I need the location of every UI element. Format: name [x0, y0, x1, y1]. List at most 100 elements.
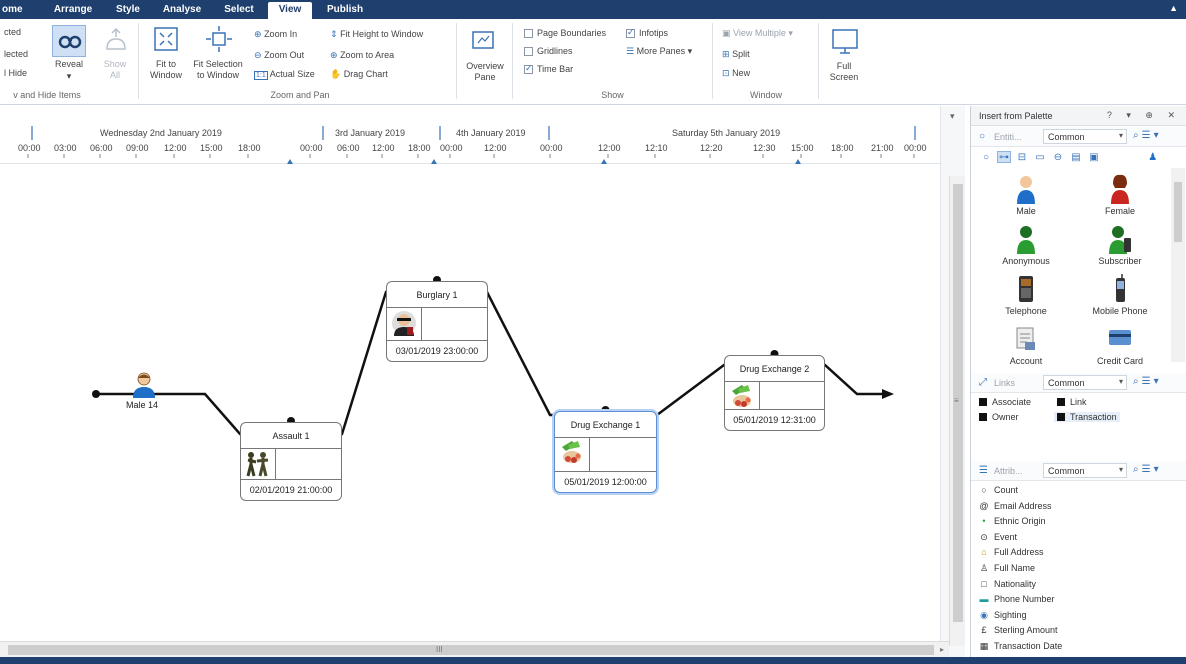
palette-entity-female[interactable]: Female: [1075, 172, 1165, 222]
entities-section-tools[interactable]: ⌕☰▾: [1133, 130, 1162, 141]
attribute-item[interactable]: ⊙ Event: [979, 532, 1017, 546]
tab-arrange[interactable]: Arrange: [52, 0, 94, 19]
circle-view-icon[interactable]: ⊖: [1051, 152, 1065, 164]
attribute-item[interactable]: ⌂ Full Address: [979, 547, 1043, 561]
overview-pane-icon[interactable]: [470, 29, 498, 56]
fit-to-window-button[interactable]: Fit to Window: [142, 59, 190, 81]
collapse-ribbon-icon[interactable]: ▲: [1169, 3, 1178, 13]
search-icon[interactable]: ⌕: [1133, 464, 1142, 475]
tab-style[interactable]: Style: [114, 0, 142, 19]
zoom-in-icon: ⊕: [254, 29, 262, 39]
attribute-item[interactable]: • Ethnic Origin: [979, 516, 1045, 530]
page-boundaries-checkbox[interactable]: [524, 29, 533, 38]
fit-to-window-icon[interactable]: [152, 25, 180, 56]
menu-icon[interactable]: ☰: [1142, 464, 1154, 475]
reveal-dropdown-icon[interactable]: ▾: [50, 71, 88, 82]
entities-filter-dropdown[interactable]: Common ▾: [1043, 129, 1127, 144]
attribute-item[interactable]: ▦ Transaction Date: [979, 641, 1062, 655]
attribute-item[interactable]: ○ Count: [979, 485, 1018, 499]
attribute-label: Transaction Date: [994, 641, 1063, 651]
attribute-item[interactable]: □ Nationality: [979, 579, 1036, 593]
attribute-icon: ▬: [979, 594, 989, 605]
palette-scroll-thumb[interactable]: [1174, 182, 1182, 242]
fit-selection-icon[interactable]: [205, 25, 233, 56]
attribute-item[interactable]: £ Sterling Amount: [979, 625, 1057, 639]
link-type-owner[interactable]: Owner: [979, 412, 1019, 422]
zoom-out-button[interactable]: ⊖ Zoom Out: [254, 50, 304, 61]
image-view-icon[interactable]: ▣: [1087, 152, 1101, 164]
link-type-transaction[interactable]: Transaction: [1054, 412, 1120, 422]
links-filter-dropdown[interactable]: Common ▾: [1043, 375, 1127, 390]
box-view-icon[interactable]: ⊟: [1015, 152, 1029, 164]
tab-publish[interactable]: Publish: [324, 0, 366, 19]
drag-chart-button[interactable]: ✋ Drag Chart: [330, 69, 388, 80]
link-type-associate[interactable]: Associate: [979, 397, 1031, 407]
scroll-right-icon[interactable]: ▸: [940, 645, 944, 654]
chart-canvas[interactable]: Wednesday 2nd January 2019 3rd January 20…: [0, 106, 965, 657]
palette-entity-mobile-phone[interactable]: Mobile Phone: [1075, 272, 1165, 322]
attribute-item[interactable]: ♙ Full Name: [979, 563, 1035, 577]
hide-unselected-button[interactable]: lected: [4, 49, 28, 59]
entities-section-name: Entiti...: [994, 132, 1022, 142]
view-multiple-button[interactable]: ▣ View Multiple ▾: [722, 28, 793, 39]
palette-entity-credit-card[interactable]: Credit Card: [1075, 322, 1165, 372]
overview-pane-button[interactable]: Overview Pane: [460, 61, 510, 83]
palette-window-controls[interactable]: ? ▾ ⊕ ✕: [1107, 110, 1181, 121]
icon-view-icon[interactable]: ⊶: [997, 151, 1011, 163]
more-panes-button[interactable]: ☰ More Panes ▾: [626, 46, 692, 57]
palette-scrollbar[interactable]: [1171, 168, 1185, 362]
hide-selected-button[interactable]: cted: [4, 27, 21, 37]
palette-entity-anonymous[interactable]: Anonymous: [981, 222, 1071, 272]
search-icon[interactable]: ⌕: [1133, 376, 1142, 387]
frame-view-icon[interactable]: ▭: [1033, 152, 1047, 164]
palette-entity-subscriber[interactable]: Subscriber: [1075, 222, 1165, 272]
horizontal-scroll-thumb[interactable]: [8, 645, 934, 655]
event-box[interactable]: Burglary 1 03/01/2019 23:00:00: [386, 281, 488, 362]
fit-height-button[interactable]: ⇕ Fit Height to Window: [330, 29, 423, 40]
theme-view-icon[interactable]: ▤: [1069, 152, 1083, 164]
palette-entity-telephone[interactable]: Telephone: [981, 272, 1071, 322]
infotips-checkbox[interactable]: [626, 27, 635, 38]
reveal-button[interactable]: [52, 25, 86, 57]
palette-entity-account[interactable]: Account: [981, 322, 1071, 372]
tab-select[interactable]: Select: [222, 0, 256, 19]
event-divider: [387, 307, 487, 308]
palette-entity-male[interactable]: Male: [981, 172, 1071, 222]
horizontal-scrollbar[interactable]: III ▸: [0, 641, 949, 657]
event-icon-cell: [556, 439, 588, 469]
menu-icon[interactable]: ☰: [1142, 130, 1154, 141]
split-button[interactable]: ⊞ Split: [722, 49, 750, 60]
zoom-in-button[interactable]: ⊕ Zoom In: [254, 29, 297, 40]
tab-analyse[interactable]: Analyse: [160, 0, 204, 19]
fit-selection-button[interactable]: Fit Selection to Window: [190, 59, 246, 81]
actual-size-button[interactable]: 1:1 Actual Size: [254, 69, 315, 80]
tab-view[interactable]: View: [268, 2, 312, 19]
tab-home[interactable]: ome: [2, 0, 23, 19]
attribute-item[interactable]: ▬ Phone Number: [979, 594, 1055, 608]
attributes-filter-dropdown[interactable]: Common ▾: [1043, 463, 1127, 478]
links-section-tools[interactable]: ⌕☰▾: [1133, 376, 1162, 387]
hide-button[interactable]: l Hide: [4, 68, 27, 78]
menu-icon[interactable]: ☰: [1142, 376, 1154, 387]
event-box[interactable]: Drug Exchange 1 05/01/2019 12:00:00: [554, 411, 657, 493]
vertical-scrollbar[interactable]: ≡: [949, 176, 965, 646]
show-all-icon[interactable]: [102, 25, 130, 58]
full-screen-icon[interactable]: [830, 27, 860, 60]
search-icon[interactable]: ⌕: [1133, 130, 1142, 141]
entity-male-14[interactable]: Male 14: [124, 370, 164, 410]
attribute-item[interactable]: @ Email Address: [979, 501, 1051, 515]
gridlines-checkbox[interactable]: [524, 47, 533, 56]
zoom-to-area-button[interactable]: ⊕ Zoom to Area: [330, 50, 394, 61]
time-bar-checkbox[interactable]: [524, 63, 533, 74]
full-screen-button[interactable]: Full Screen: [822, 61, 866, 83]
event-box[interactable]: Assault 1 02/01/2019 21:00:00: [240, 422, 342, 501]
person-icon[interactable]: ♟: [1146, 152, 1160, 164]
pane-menu-icon[interactable]: ▾: [950, 111, 955, 122]
attributes-section-tools[interactable]: ⌕☰▾: [1133, 464, 1162, 475]
palette-entity-label: Female: [1104, 206, 1135, 216]
link-type-link[interactable]: Link: [1057, 397, 1087, 407]
attribute-item[interactable]: ◉ Sighting: [979, 610, 1026, 624]
bulb-icon[interactable]: ○: [979, 152, 993, 164]
event-box[interactable]: Drug Exchange 2 05/01/2019 12:31:00: [724, 355, 825, 431]
new-window-button[interactable]: ⊡ New: [722, 68, 750, 79]
